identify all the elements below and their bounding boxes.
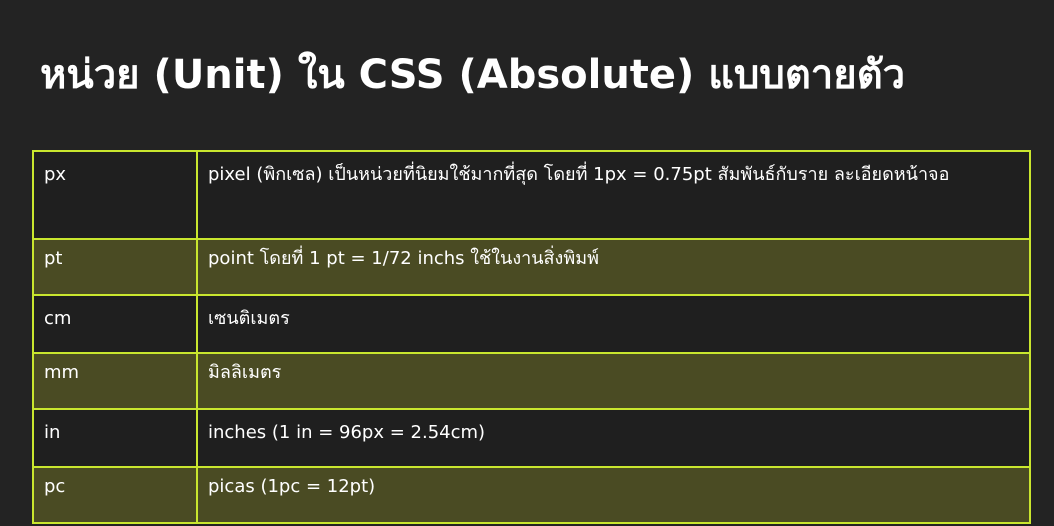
description-cell: มิลลิเมตร (196, 352, 1031, 410)
unit-cell: mm (32, 352, 198, 410)
table-row: px pixel (พิกเซล) เป็นหน่วยที่นิยมใช้มาก… (32, 150, 1031, 240)
table-row: pc picas (1pc = 12pt) (32, 466, 1031, 524)
table-row: pt point โดยที่ 1 pt = 1/72 inchs ใช้ในง… (32, 238, 1031, 296)
description-cell: pixel (พิกเซล) เป็นหน่วยที่นิยมใช้มากที่… (196, 150, 1031, 240)
unit-cell: pc (32, 466, 198, 524)
unit-cell: px (32, 150, 198, 240)
description-cell: เซนติเมตร (196, 294, 1031, 354)
description-cell: inches (1 in = 96px = 2.54cm) (196, 408, 1031, 468)
slide-title: หน่วย (Unit) ใน CSS (Absolute) แบบตายตัว (40, 52, 906, 98)
description-cell: picas (1pc = 12pt) (196, 466, 1031, 524)
table-row: in inches (1 in = 96px = 2.54cm) (32, 408, 1031, 468)
table-row: cm เซนติเมตร (32, 294, 1031, 354)
css-units-table: px pixel (พิกเซล) เป็นหน่วยที่นิยมใช้มาก… (32, 150, 1031, 524)
slide: หน่วย (Unit) ใน CSS (Absolute) แบบตายตัว… (0, 0, 1054, 526)
unit-cell: cm (32, 294, 198, 354)
table-row: mm มิลลิเมตร (32, 352, 1031, 410)
unit-cell: in (32, 408, 198, 468)
description-cell: point โดยที่ 1 pt = 1/72 inchs ใช้ในงานส… (196, 238, 1031, 296)
unit-cell: pt (32, 238, 198, 296)
